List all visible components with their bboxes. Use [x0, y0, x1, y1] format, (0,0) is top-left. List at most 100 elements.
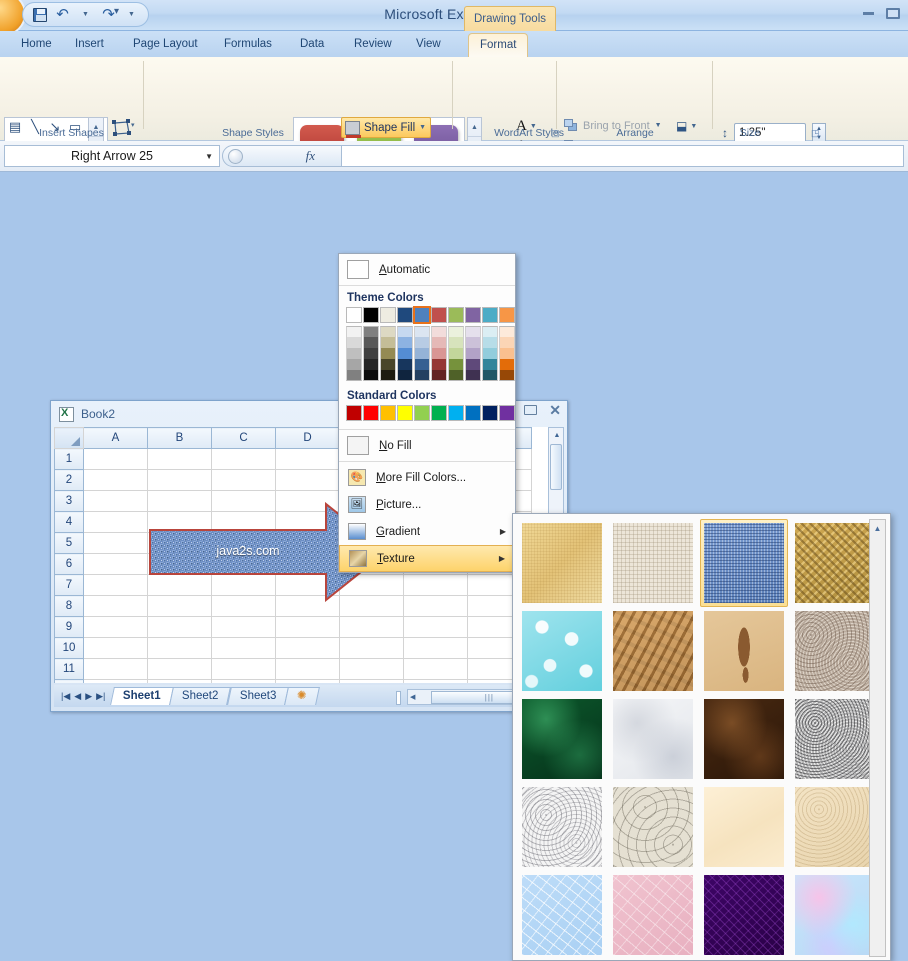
tab-data[interactable]: Data: [289, 33, 335, 57]
standard-color-swatch[interactable]: [346, 405, 362, 421]
cell[interactable]: [212, 449, 276, 470]
texture-swatch-water-droplets[interactable]: [518, 607, 606, 695]
row-header[interactable]: 12: [55, 680, 84, 684]
theme-color-swatch[interactable]: [363, 307, 379, 323]
theme-color-swatch[interactable]: [482, 307, 498, 323]
standard-color-swatch[interactable]: [363, 405, 379, 421]
theme-colors-palette[interactable]: [339, 307, 515, 323]
scroll-left-icon[interactable]: ◀: [410, 693, 415, 701]
theme-variant-column[interactable]: [465, 326, 481, 381]
standard-color-swatch[interactable]: [482, 405, 498, 421]
texture-swatch-brown-marble[interactable]: [700, 695, 788, 783]
name-box[interactable]: Right Arrow 25 ▼: [4, 145, 220, 167]
texture-swatch-purple-mesh[interactable]: [700, 871, 788, 959]
standard-color-swatch[interactable]: [448, 405, 464, 421]
cell[interactable]: [84, 659, 148, 680]
theme-variant-column[interactable]: [346, 326, 362, 381]
cell[interactable]: [148, 449, 212, 470]
texture-swatch-parchment[interactable]: [700, 783, 788, 871]
cell[interactable]: [404, 680, 468, 684]
cell[interactable]: [404, 638, 468, 659]
select-all-corner[interactable]: [55, 428, 84, 449]
row-header[interactable]: 10: [55, 638, 84, 659]
cell[interactable]: [84, 596, 148, 617]
texture-swatch-paper-bag[interactable]: [609, 607, 697, 695]
restore-button[interactable]: [886, 8, 900, 19]
menu-item-more-fill-colors[interactable]: 🎨 More Fill Colors...: [339, 464, 515, 491]
tab-view[interactable]: View: [405, 33, 452, 57]
cell[interactable]: [84, 575, 148, 596]
row-header[interactable]: 1: [55, 449, 84, 470]
theme-color-swatch-selected[interactable]: [414, 307, 430, 323]
texture-swatch-papyrus[interactable]: [518, 519, 606, 607]
cell[interactable]: [84, 680, 148, 684]
texture-swatch-bouquet[interactable]: [791, 871, 879, 959]
row-header[interactable]: 11: [55, 659, 84, 680]
cell[interactable]: [212, 638, 276, 659]
formula-toggle-icon[interactable]: [228, 149, 243, 164]
cell[interactable]: [212, 470, 276, 491]
insert-function-icon[interactable]: fx: [306, 148, 315, 164]
theme-variant-column[interactable]: [499, 326, 515, 381]
theme-color-swatch[interactable]: [431, 307, 447, 323]
cell[interactable]: [276, 470, 340, 491]
sheet-tab-sheet2[interactable]: Sheet2: [169, 687, 231, 705]
scroll-up-icon[interactable]: ▲: [551, 429, 563, 442]
standard-color-swatch[interactable]: [499, 405, 515, 421]
texture-swatch-sand[interactable]: [791, 607, 879, 695]
texture-swatch-white-marble[interactable]: [609, 695, 697, 783]
standard-color-swatch[interactable]: [380, 405, 396, 421]
texture-swatch-woven-mat[interactable]: [791, 519, 879, 607]
cell[interactable]: [276, 659, 340, 680]
cell[interactable]: [404, 617, 468, 638]
theme-color-swatch[interactable]: [465, 307, 481, 323]
row-header[interactable]: 9: [55, 617, 84, 638]
standard-color-swatch[interactable]: [414, 405, 430, 421]
first-sheet-icon[interactable]: |◀: [61, 691, 70, 702]
cell[interactable]: [340, 617, 404, 638]
row-header[interactable]: 7: [55, 575, 84, 596]
cell[interactable]: [276, 449, 340, 470]
cell[interactable]: [84, 449, 148, 470]
cell[interactable]: [84, 491, 148, 512]
menu-item-gradient[interactable]: Gradient ▶: [339, 518, 515, 545]
column-header-c[interactable]: C: [212, 428, 276, 449]
chevron-down-icon[interactable]: ▼: [419, 124, 426, 131]
texture-swatch-fish-fossil[interactable]: [700, 607, 788, 695]
cell[interactable]: [276, 617, 340, 638]
cell[interactable]: [148, 680, 212, 684]
menu-item-picture[interactable]: 🖼 Picture...: [339, 491, 515, 518]
horizontal-split-handle[interactable]: [396, 691, 401, 705]
standard-colors-palette[interactable]: [339, 405, 515, 427]
cell[interactable]: [84, 617, 148, 638]
cell[interactable]: [84, 638, 148, 659]
texture-swatch-newsprint[interactable]: [518, 783, 606, 871]
menu-item-no-fill[interactable]: No Fill: [339, 432, 515, 459]
row-header[interactable]: 6: [55, 554, 84, 575]
tab-format[interactable]: Format: [468, 33, 528, 57]
cell[interactable]: [404, 596, 468, 617]
menu-item-automatic[interactable]: Automatic: [339, 256, 515, 283]
theme-variant-column[interactable]: [397, 326, 413, 381]
row-header[interactable]: 3: [55, 491, 84, 512]
column-header-d[interactable]: D: [276, 428, 340, 449]
scroll-up-icon[interactable]: ▲: [871, 521, 884, 535]
shape-fill-button[interactable]: Shape Fill ▼: [341, 117, 431, 138]
texture-swatch-canvas[interactable]: [609, 519, 697, 607]
tab-review[interactable]: Review: [343, 33, 403, 57]
cell[interactable]: [404, 575, 468, 596]
book2-close-button[interactable]: ✕: [549, 405, 561, 415]
theme-variant-column[interactable]: [431, 326, 447, 381]
vertical-scrollbar-thumb[interactable]: [550, 444, 562, 490]
column-header-b[interactable]: B: [148, 428, 212, 449]
sheet-tab-sheet3[interactable]: Sheet3: [227, 687, 289, 705]
cell[interactable]: [276, 680, 340, 684]
row-header[interactable]: 4: [55, 512, 84, 533]
theme-color-swatch[interactable]: [346, 307, 362, 323]
standard-color-swatch[interactable]: [397, 405, 413, 421]
texture-swatch-blue-tissue-paper[interactable]: [518, 871, 606, 959]
texture-gallery-scrollbar[interactable]: ▲: [869, 519, 886, 957]
tab-page-layout[interactable]: Page Layout: [122, 33, 209, 57]
size-dialog-launcher-icon[interactable]: ◳: [811, 128, 822, 139]
cell[interactable]: [212, 680, 276, 684]
